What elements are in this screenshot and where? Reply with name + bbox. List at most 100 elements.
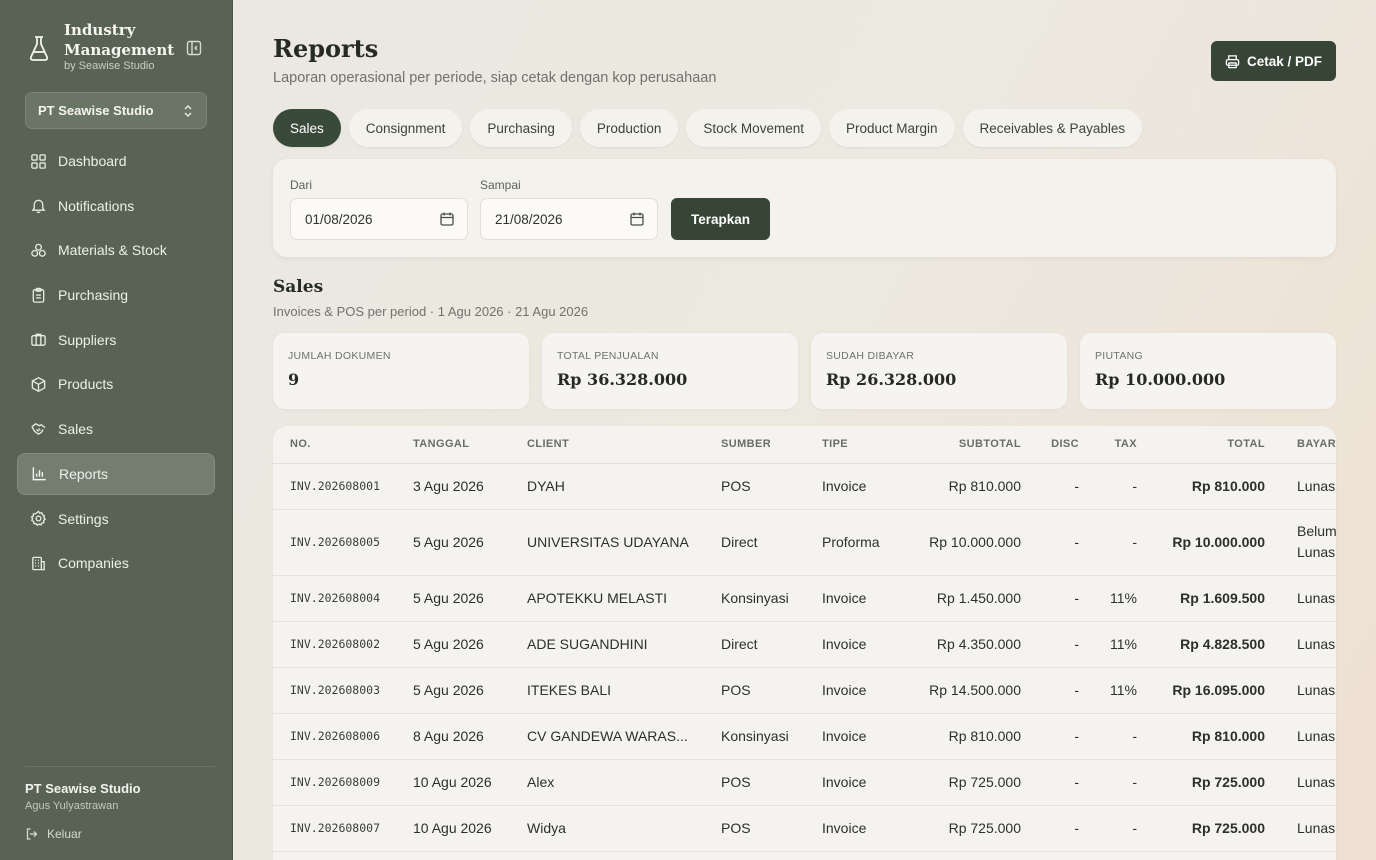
- stat-card-document-count: JUMLAH DOKUMEN 9: [273, 333, 529, 409]
- cell-client: APOTEKKU MELASTI: [527, 575, 721, 622]
- tab-purchasing[interactable]: Purchasing: [470, 109, 572, 147]
- cell-total: Rp 16.095.000: [1137, 667, 1265, 714]
- cell-date: 3 Agu 2026: [413, 463, 527, 510]
- calendar-icon[interactable]: [439, 211, 455, 227]
- cell-client: Alex: [527, 759, 721, 806]
- cell-invoice-number: INV.202608005: [273, 509, 413, 576]
- column-header: SUBTOTAL: [908, 426, 1021, 464]
- sidebar-item-settings[interactable]: Settings: [17, 498, 215, 540]
- table-row[interactable]: INV.202608006 8 Agu 2026 CV GANDEWA WARAS.…: [273, 713, 1336, 760]
- sidebar-item-products[interactable]: Products: [17, 363, 215, 405]
- cell-tax: 11%: [1079, 667, 1137, 714]
- boxes-icon: [31, 243, 46, 257]
- print-pdf-button[interactable]: Cetak / PDF: [1211, 41, 1336, 81]
- column-header: DISC: [1021, 426, 1079, 464]
- stat-value: Rp 26.328.000: [826, 370, 957, 389]
- stat-card-receivables: PIUTANG Rp 10.000.000: [1080, 333, 1336, 409]
- cell-source: Konsinyasi: [721, 575, 822, 622]
- gear-icon: [30, 510, 47, 527]
- tab-receivables-payables[interactable]: Receivables & Payables: [962, 109, 1143, 147]
- stat-card-total-sales: TOTAL PENJUALAN Rp 36.328.000: [542, 333, 798, 409]
- tab-sales[interactable]: Sales: [273, 109, 341, 147]
- cell-tax: -: [1079, 805, 1137, 852]
- to-date-input[interactable]: 21/08/2026: [480, 198, 658, 240]
- sidebar-item-reports[interactable]: Reports: [17, 452, 215, 495]
- tab-consignment[interactable]: Consignment: [348, 109, 463, 147]
- table-row[interactable]: INV.202608004 5 Agu 2026 APOTEKKU MELASTI K…: [273, 575, 1336, 622]
- page-subtitle: Laporan operasional per periode, siap ce…: [273, 70, 717, 86]
- column-header: BAYAR: [1265, 426, 1336, 464]
- cell-source: Direct: [721, 621, 822, 668]
- cell-invoice-number: INV.202608009: [273, 759, 413, 806]
- column-header: CLIENT: [527, 426, 721, 464]
- sidebar-item-label: Settings: [58, 510, 109, 527]
- sidebar-collapse-icon[interactable]: [186, 40, 202, 56]
- cell-date: 10 Agu 2026: [413, 805, 527, 852]
- from-date-input[interactable]: 01/08/2026: [290, 198, 468, 240]
- cell-discount: -: [1021, 759, 1079, 806]
- cell-client: Widya: [527, 805, 721, 852]
- sales-table: NO. TANGGAL CLIENT SUMBER TIPE SUBTOTAL …: [273, 426, 1336, 852]
- tab-stock-movement[interactable]: Stock Movement: [686, 109, 821, 147]
- cell-total: Rp 725.000: [1137, 759, 1265, 806]
- cell-source: POS: [721, 667, 822, 714]
- cell-invoice-number: INV.202608003: [273, 667, 413, 714]
- cell-type: Invoice: [822, 713, 908, 760]
- sidebar-item-dashboard[interactable]: Dashboard: [17, 140, 215, 182]
- cell-date: 8 Agu 2026: [413, 713, 527, 760]
- cell-total: Rp 10.000.000: [1137, 509, 1265, 576]
- tab-product-margin[interactable]: Product Margin: [828, 109, 955, 147]
- table-header-row: NO. TANGGAL CLIENT SUMBER TIPE SUBTOTAL …: [273, 426, 1336, 464]
- logout-button[interactable]: Keluar: [25, 827, 215, 841]
- calendar-icon[interactable]: [629, 211, 645, 227]
- chevron-up-down-icon: [184, 104, 192, 118]
- cell-payment-status: Lunas: [1265, 667, 1336, 714]
- logout-label: Keluar: [47, 827, 82, 841]
- cell-payment-status: Lunas: [1265, 463, 1336, 510]
- table-row[interactable]: INV.202608009 10 Agu 2026 Alex POS Invoice Rp…: [273, 759, 1336, 806]
- cell-invoice-number: INV.202608006: [273, 713, 413, 760]
- table-row[interactable]: INV.202608007 10 Agu 2026 Widya POS Invoice R…: [273, 805, 1336, 852]
- sidebar-item-suppliers[interactable]: Suppliers: [17, 319, 215, 361]
- cell-subtotal: Rp 725.000: [908, 759, 1021, 806]
- column-header: TIPE: [822, 426, 908, 464]
- cell-source: Direct: [721, 509, 822, 576]
- cell-total: Rp 810.000: [1137, 713, 1265, 760]
- stat-value: 9: [288, 370, 300, 389]
- cell-invoice-number: INV.202608004: [273, 575, 413, 622]
- flask-icon: [29, 36, 49, 61]
- cell-type: Invoice: [822, 759, 908, 806]
- table-row[interactable]: INV.202608005 5 Agu 2026 UNIVERSITAS UDAYA…: [273, 509, 1336, 576]
- company-select[interactable]: PT Seawise Studio: [25, 92, 207, 129]
- to-date-value: 21/08/2026: [495, 211, 563, 227]
- cell-client: ITEKES BALI: [527, 667, 721, 714]
- cell-discount: -: [1021, 805, 1079, 852]
- company-select-label: PT Seawise Studio: [38, 103, 154, 118]
- sidebar-item-label: Companies: [58, 555, 129, 572]
- table-row[interactable]: INV.202608003 5 Agu 2026 ITEKES BALI POS Inv…: [273, 667, 1336, 714]
- stat-value: Rp 10.000.000: [1095, 370, 1226, 389]
- table-row[interactable]: INV.202608002 5 Agu 2026 ADE SUGANDHINI Dir…: [273, 621, 1336, 668]
- tab-production[interactable]: Production: [579, 109, 679, 147]
- from-date-value: 01/08/2026: [305, 211, 373, 227]
- sidebar-item-materials-stock[interactable]: Materials & Stock: [17, 229, 215, 271]
- sidebar-item-purchasing[interactable]: Purchasing: [17, 274, 215, 316]
- sidebar-item-companies[interactable]: Companies: [17, 542, 215, 584]
- cell-discount: -: [1021, 575, 1079, 622]
- footer-user: Agus Yulyastrawan: [25, 800, 119, 812]
- cell-tax: 11%: [1079, 621, 1137, 668]
- table-row[interactable]: INV.202608001 3 Agu 2026 DYAH POS Invoice Rp …: [273, 463, 1336, 510]
- stat-value: Rp 36.328.000: [557, 370, 688, 389]
- briefcase-icon: [31, 333, 46, 347]
- bell-icon: [31, 199, 46, 214]
- cell-payment-status: Lunas: [1265, 759, 1336, 806]
- stat-label: TOTAL PENJUALAN: [557, 350, 659, 362]
- apply-button[interactable]: Terapkan: [671, 198, 770, 240]
- bar-chart-icon: [32, 467, 46, 481]
- to-date-label: Sampai: [480, 178, 521, 192]
- sidebar-item-notifications[interactable]: Notifications: [17, 185, 215, 227]
- clipboard-icon: [32, 287, 45, 303]
- sidebar-item-sales[interactable]: Sales: [17, 408, 215, 450]
- sidebar-item-label: Materials & Stock: [58, 242, 167, 259]
- cell-client: DYAH: [527, 463, 721, 510]
